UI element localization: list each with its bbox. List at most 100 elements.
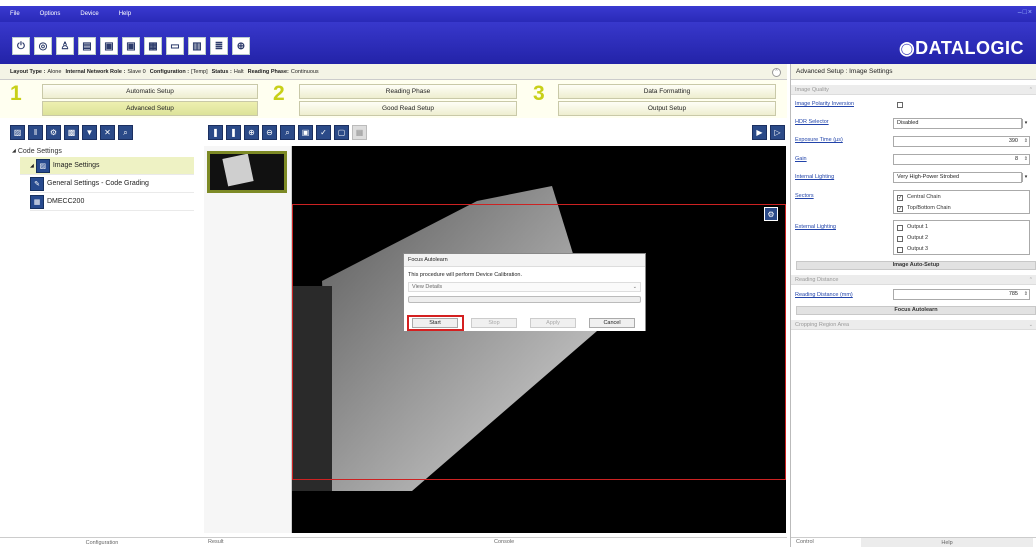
reading-phase-button[interactable]: Reading Phase xyxy=(299,84,517,99)
top-bottom-chain-checkbox[interactable]: ✓ xyxy=(897,206,903,212)
image-auto-setup-button[interactable]: Image Auto-Setup xyxy=(796,261,1036,270)
sectors-label[interactable]: Sectors xyxy=(795,193,814,199)
gain-value: 8 xyxy=(1014,156,1018,162)
apply-button[interactable]: Apply xyxy=(530,318,576,328)
view-details-expander[interactable]: View Details ⌄ xyxy=(408,282,641,292)
focus-autolearn-button[interactable]: Focus Autolearn xyxy=(796,306,1036,315)
expand-triangle-icon[interactable]: ◢ xyxy=(30,163,34,169)
grid-toggle-icon[interactable]: ▦ xyxy=(352,125,367,140)
gain-input[interactable]: 8 ⇕ xyxy=(893,154,1030,165)
tab-result[interactable]: Result xyxy=(208,539,224,545)
hdr-value: Disabled xyxy=(897,120,919,126)
gain-label[interactable]: Gain xyxy=(795,156,807,162)
tree-item-label: DMECC200 xyxy=(47,198,85,205)
spinner-icon[interactable]: ⇕ xyxy=(1024,137,1028,146)
menu-bar: File Options Device Help xyxy=(0,6,1036,22)
tree-root-code-settings[interactable]: ◢ Code Settings xyxy=(12,145,194,157)
chip-icon[interactable]: ▣ xyxy=(100,37,118,55)
menu-help[interactable]: Help xyxy=(119,11,131,17)
step-forward-icon[interactable]: ▷ xyxy=(770,125,785,140)
dropdown-arrow-icon: ▾ xyxy=(1022,173,1029,182)
viewer-settings-icon[interactable]: ⚙ xyxy=(764,207,778,221)
pause2-icon[interactable]: ❚ xyxy=(226,125,241,140)
configuration-label: Configuration : xyxy=(149,68,190,75)
frame-icon[interactable]: ▢ xyxy=(334,125,349,140)
collapse-chevron-icon[interactable]: ⌃ xyxy=(772,68,781,77)
spinner-icon[interactable]: ⇕ xyxy=(1024,290,1028,299)
start-button[interactable]: Start xyxy=(412,318,458,328)
data-formatting-button[interactable]: Data Formatting xyxy=(558,84,776,99)
tab-console[interactable]: Console xyxy=(494,539,514,545)
power-icon[interactable]: ⏻ xyxy=(12,37,30,55)
image-icon[interactable]: ▨ xyxy=(10,125,25,140)
tree-item-label: Image Settings xyxy=(52,162,100,169)
settings-icon[interactable]: ⚙ xyxy=(46,125,61,140)
reading-distance-label[interactable]: Reading Distance (mm) xyxy=(795,292,853,298)
menu-options[interactable]: Options xyxy=(40,11,61,17)
zoom-icon[interactable]: ⌕ xyxy=(118,125,133,140)
tree-item-dmecc200[interactable]: ▦ DMECC200 xyxy=(30,193,194,211)
target-icon[interactable]: ⊕ xyxy=(232,37,250,55)
barcode-icon[interactable]: ‖ xyxy=(28,125,43,140)
play-icon[interactable]: ▶ xyxy=(752,125,767,140)
save-image-icon[interactable]: ▣ xyxy=(298,125,313,140)
exposure-time-input[interactable]: 390 ⇕ xyxy=(893,136,1030,147)
automatic-setup-button[interactable]: Automatic Setup xyxy=(42,84,258,99)
spinner-icon[interactable]: ⇕ xyxy=(1024,155,1028,164)
doc-icon[interactable]: ▤ xyxy=(78,37,96,55)
output-3-checkbox[interactable] xyxy=(897,247,903,253)
exposure-time-label[interactable]: Exposure Time (µs) xyxy=(795,137,843,143)
checkmark-icon[interactable]: ✓ xyxy=(316,125,331,140)
advanced-setup-button[interactable]: Advanced Setup xyxy=(42,101,258,116)
output-1-checkbox[interactable] xyxy=(897,225,903,231)
tab-help[interactable]: Help xyxy=(861,538,1033,547)
section-cropping-region[interactable]: Cropping Region Area ⌄ xyxy=(791,320,1036,330)
reading-distance-input[interactable]: 785 ⇕ xyxy=(893,289,1030,300)
central-chain-checkbox[interactable]: ✓ xyxy=(897,195,903,201)
chip2-icon[interactable]: ▣ xyxy=(122,37,140,55)
zoom-in-icon[interactable]: ⊕ xyxy=(244,125,259,140)
zoom-fit-icon[interactable]: ⌕ xyxy=(280,125,295,140)
save-icon[interactable]: ▥ xyxy=(188,37,206,55)
grid-icon[interactable]: ▦ xyxy=(144,37,162,55)
tab-control[interactable]: Control xyxy=(796,539,814,545)
monitor-icon[interactable]: ▭ xyxy=(166,37,184,55)
expand-triangle-icon[interactable]: ◢ xyxy=(12,148,16,154)
step-2-number: 2 xyxy=(273,82,285,105)
user-icon[interactable]: ♙ xyxy=(56,37,74,55)
hdr-selector-dropdown[interactable]: Disabled ▾ xyxy=(893,118,1027,129)
image-polarity-checkbox[interactable] xyxy=(897,102,903,108)
tree-item-image-settings[interactable]: ◢ ▨ Image Settings xyxy=(20,157,194,175)
internal-lighting-label[interactable]: Internal Lighting xyxy=(795,174,834,180)
section-label: Reading Distance xyxy=(795,277,839,283)
internal-lighting-dropdown[interactable]: Very High-Power Strobed ▾ xyxy=(893,172,1027,183)
hdr-selector-label[interactable]: HDR Selector xyxy=(795,119,829,125)
zoom-out-icon[interactable]: ⊖ xyxy=(262,125,277,140)
output-setup-button[interactable]: Output Setup xyxy=(558,101,776,116)
image-polarity-label[interactable]: Image Polarity Inversion xyxy=(795,101,854,107)
code-icon[interactable]: ▩ xyxy=(64,125,79,140)
record-icon[interactable]: ◎ xyxy=(34,37,52,55)
stop-button[interactable]: Stop xyxy=(471,318,517,328)
network-role-label: Internal Network Role : xyxy=(65,68,126,75)
main-toolbar: ⏻ ◎ ♙ ▤ ▣ ▣ ▦ ▭ ▥ ≣ ⊕ ◉DATALOGIC xyxy=(0,22,1036,64)
cancel-button[interactable]: Cancel xyxy=(589,318,635,328)
window-controls[interactable]: –□× xyxy=(1018,9,1033,16)
tab-configuration[interactable]: Configuration xyxy=(0,537,204,547)
compare-icon[interactable]: ≣ xyxy=(210,37,228,55)
output-2-checkbox[interactable] xyxy=(897,236,903,242)
filter-icon[interactable]: ▼ xyxy=(82,125,97,140)
good-read-setup-button[interactable]: Good Read Setup xyxy=(299,101,517,116)
external-lighting-label[interactable]: External Lighting xyxy=(795,224,836,230)
section-reading-distance[interactable]: Reading Distance ⌃ xyxy=(791,275,1036,285)
image-thumbnail[interactable] xyxy=(207,151,287,193)
menu-device[interactable]: Device xyxy=(80,11,98,17)
image-viewer[interactable] xyxy=(292,146,786,533)
center-tabs: Result Console xyxy=(204,537,787,547)
section-image-quality[interactable]: Image Quality ⌃ xyxy=(791,85,1036,95)
delete-icon[interactable]: ✕ xyxy=(100,125,115,140)
dropdown-arrow-icon: ▾ xyxy=(1022,119,1029,128)
tree-item-general-settings[interactable]: ✎ General Settings - Code Grading xyxy=(30,175,194,193)
menu-file[interactable]: File xyxy=(10,11,20,17)
pause-icon[interactable]: ❚ xyxy=(208,125,223,140)
